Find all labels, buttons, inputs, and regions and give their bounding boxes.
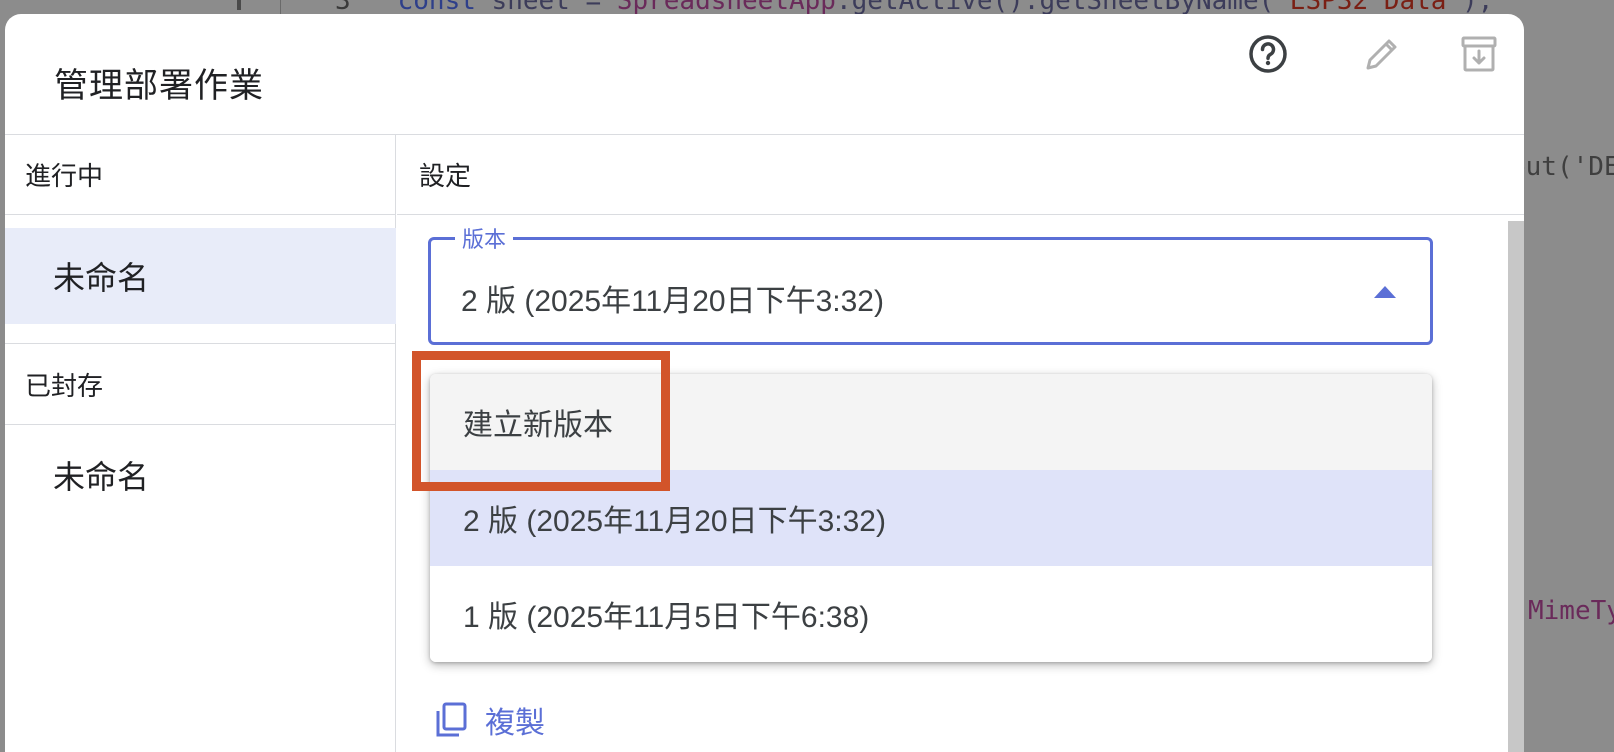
settings-heading: 設定 <box>419 161 472 191</box>
deployment-item-archived[interactable]: 未命名 <box>5 427 396 523</box>
dropdown-option-version-2[interactable]: 2 版 (2025年11月20日下午3:32) <box>430 470 1432 566</box>
copy-icon <box>436 702 467 737</box>
archived-section-heading: 已封存 <box>5 343 396 425</box>
dropdown-option-new-version[interactable]: 建立新版本 <box>430 374 1432 470</box>
version-field-label: 版本 <box>455 222 514 254</box>
caret-up-icon <box>1374 286 1396 298</box>
help-circle-icon[interactable] <box>1246 32 1290 76</box>
deployments-list-pane: 進行中 未命名 已封存 未命名 <box>5 135 396 752</box>
editor-gutter-marker <box>237 0 241 10</box>
code-fragment: put('DE <box>1510 152 1614 182</box>
version-select[interactable]: 版本 2 版 (2025年11月20日下午3:32) <box>428 222 1433 345</box>
copy-label: 複製 <box>485 707 545 740</box>
version-selected-value: 2 版 (2025年11月20日下午3:32) <box>461 285 884 318</box>
copy-button[interactable]: 複製 <box>435 698 545 742</box>
active-section-heading: 進行中 <box>5 135 396 215</box>
scrollbar-thumb[interactable] <box>1508 221 1524 752</box>
code-fragment: MimeTy <box>1528 596 1614 626</box>
dialog-title: 管理部署作業 <box>54 67 264 105</box>
version-dropdown-menu: 建立新版本 2 版 (2025年11月20日下午3:32) 1 版 (2025年… <box>430 374 1432 662</box>
pencil-icon[interactable] <box>1360 32 1404 76</box>
dropdown-option-version-1[interactable]: 1 版 (2025年11月5日下午6:38) <box>430 566 1432 662</box>
deployment-item-active[interactable]: 未命名 <box>5 228 396 324</box>
settings-header: 設定 <box>397 135 1524 215</box>
archive-icon[interactable] <box>1457 32 1501 76</box>
